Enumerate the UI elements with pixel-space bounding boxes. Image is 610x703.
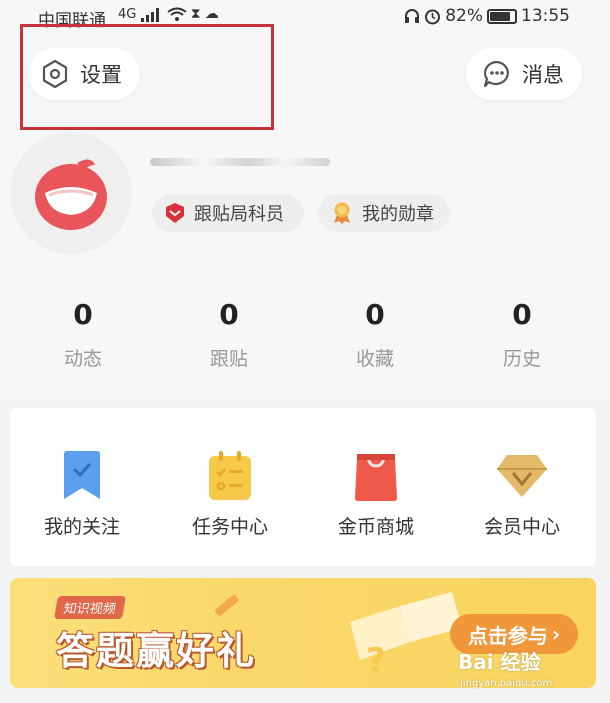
join-now-label: 点击参与 (467, 623, 548, 648)
menu-item-vip-center[interactable]: 会员中心 (462, 448, 582, 539)
stat-replies-label: 跟贴 (209, 348, 248, 370)
menu-item-task-center[interactable]: 任务中心 (170, 448, 290, 539)
alarm-icon (425, 9, 441, 24)
stat-posts-value: 0 (73, 298, 93, 331)
wifi-icon (167, 7, 187, 21)
stat-posts[interactable]: 0 动态 (28, 298, 138, 371)
stat-replies-value: 0 (219, 298, 239, 331)
network-label: 4G (118, 7, 137, 22)
medal-icon (330, 201, 354, 225)
baidu-jingyan-watermark: Bai 经验 (458, 650, 541, 674)
level-tag[interactable]: 跟贴局科员 (152, 194, 304, 232)
menu-task-center-label: 任务中心 (191, 516, 268, 538)
vip-diamond-icon (497, 455, 547, 497)
messages-button[interactable]: 消息 (466, 48, 582, 100)
battery-icon (487, 8, 517, 24)
bottom-divider (0, 696, 610, 703)
banner-title: 答题赢好礼 (56, 629, 257, 673)
my-badges-label: 我的勋章 (362, 204, 434, 225)
stat-replies[interactable]: 0 跟贴 (174, 298, 284, 371)
status-right: 82% 13:55 (404, 6, 570, 26)
stat-favorites-value: 0 (365, 298, 385, 331)
chat-bubble-icon (482, 59, 512, 89)
shopping-bag-icon (355, 453, 397, 501)
avatar[interactable] (10, 132, 132, 254)
stat-history-value: 0 (512, 298, 532, 331)
stat-posts-label: 动态 (63, 348, 102, 370)
battery-percent: 82% (445, 6, 483, 26)
stat-favorites[interactable]: 0 收藏 (320, 298, 430, 371)
stat-history-label: 历史 (502, 348, 541, 370)
red-shield-icon (164, 202, 186, 224)
annotation-highlight-box (20, 24, 274, 130)
messages-label: 消息 (522, 63, 564, 87)
level-tag-label: 跟贴局科员 (194, 204, 284, 225)
signal-icon (140, 7, 159, 22)
menu-following-label: 我的关注 (43, 516, 120, 538)
stat-favorites-label: 收藏 (355, 348, 394, 370)
chevron-right-icon: › (551, 622, 561, 646)
hourglass-icon: ⧗ (190, 6, 201, 22)
stat-history[interactable]: 0 历史 (467, 298, 577, 371)
headphones-icon (405, 9, 420, 23)
menu-item-coin-mall[interactable]: 金币商城 (316, 448, 436, 539)
menu-coin-mall-label: 金币商城 (337, 516, 414, 538)
avatar-mascot-icon (35, 159, 107, 230)
svg-text:?: ? (366, 641, 386, 678)
username-redacted (150, 158, 330, 166)
watermark-url: jingyan.baidu.com (460, 678, 553, 689)
clock-time: 13:55 (521, 6, 570, 26)
menu-vip-center-label: 会员中心 (483, 516, 560, 538)
menu-item-following[interactable]: 我的关注 (22, 448, 142, 539)
my-badges-tag[interactable]: 我的勋章 (318, 194, 450, 232)
bookmark-icon (64, 451, 100, 499)
network-type: 4G ⧗ ☁ (118, 6, 219, 22)
banner-tag: 知识视频 (53, 596, 127, 619)
cloud-icon: ☁ (204, 6, 219, 22)
task-clipboard-icon (209, 451, 251, 500)
quick-menu-card: 我的关注 任务中心 金币商城 会员中心 (10, 408, 596, 566)
